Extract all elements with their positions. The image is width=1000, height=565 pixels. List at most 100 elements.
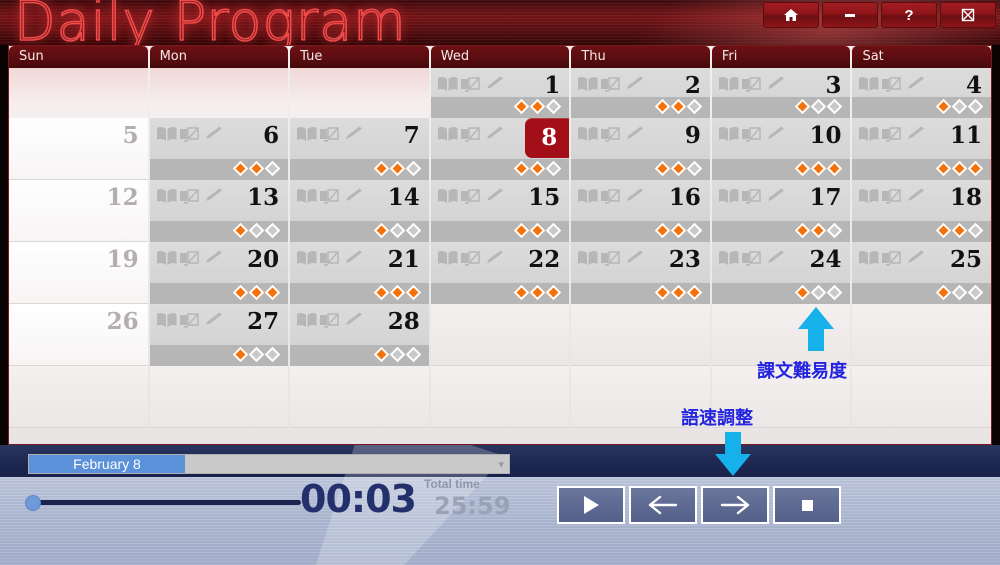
difficulty-diamond: [514, 98, 531, 116]
difficulty-diamond: [795, 160, 812, 178]
minimize-button[interactable]: [822, 2, 878, 28]
calendar-day-27[interactable]: 27: [149, 304, 289, 366]
calendar-day-21[interactable]: 21: [290, 242, 429, 304]
day-difficulty[interactable]: [149, 159, 289, 180]
stop-button[interactable]: [773, 486, 841, 524]
pen-icon: [205, 312, 222, 325]
calendar-week: 12 13 14 15 16 17 18: [9, 180, 992, 242]
help-button[interactable]: ?: [881, 2, 937, 28]
calendar-day-15[interactable]: 15: [430, 180, 570, 242]
calendar-day-3[interactable]: 3: [711, 68, 851, 118]
chevron-down-icon: ▾: [498, 459, 504, 471]
difficulty-diamond: [967, 98, 985, 116]
day-difficulty[interactable]: [290, 221, 429, 242]
book-icon: [156, 250, 177, 265]
day-icons: [296, 126, 364, 149]
next-button[interactable]: [701, 486, 769, 524]
cell-icons: [297, 250, 363, 266]
calendar-day-10[interactable]: 10: [711, 118, 851, 180]
day-difficulty[interactable]: [852, 159, 992, 180]
calendar-day-8[interactable]: 8: [430, 118, 570, 180]
calendar-day-empty: [290, 68, 429, 118]
calendar-day-17[interactable]: 17: [711, 180, 851, 242]
day-difficulty[interactable]: [711, 221, 851, 242]
annotation-difficulty: 課文難易度: [757, 361, 847, 382]
day-difficulty[interactable]: [149, 345, 289, 366]
day-difficulty[interactable]: [430, 159, 570, 180]
book-icon: [859, 126, 879, 141]
day-difficulty[interactable]: [571, 97, 710, 118]
calendar-day-4[interactable]: 4: [852, 68, 992, 118]
close-button[interactable]: [940, 2, 996, 28]
help-icon: ?: [904, 6, 914, 24]
day-difficulty[interactable]: [149, 283, 289, 304]
seek-knob[interactable]: [25, 495, 41, 511]
cell-icons: [578, 188, 644, 204]
cell-icons: [437, 188, 503, 204]
arrow-left-icon: [648, 495, 678, 515]
home-button[interactable]: [763, 2, 819, 28]
day-difficulty[interactable]: [852, 221, 992, 242]
day-difficulty[interactable]: [571, 283, 710, 304]
screen-icon: [320, 251, 339, 266]
day-difficulty[interactable]: [711, 283, 851, 304]
difficulty-diamond: [405, 160, 423, 178]
calendar-day-7[interactable]: 7: [290, 118, 429, 180]
calendar-day-20[interactable]: 20: [149, 242, 289, 304]
day-difficulty[interactable]: [852, 97, 992, 118]
day-difficulty[interactable]: [571, 221, 710, 242]
difficulty-diamond: [514, 284, 531, 302]
day-difficulty[interactable]: [149, 221, 289, 242]
difficulty-diamond: [373, 346, 391, 364]
seek-slider[interactable]: [25, 491, 315, 515]
cell-icons: [718, 250, 784, 266]
calendar-day-16[interactable]: 16: [571, 180, 710, 242]
calendar-day-18[interactable]: 18: [852, 180, 992, 242]
day-difficulty[interactable]: [711, 159, 851, 180]
calendar-day-6[interactable]: 6: [149, 118, 289, 180]
calendar-day-22[interactable]: 22: [430, 242, 570, 304]
calendar-day-9[interactable]: 9: [571, 118, 710, 180]
day-difficulty[interactable]: [571, 159, 710, 180]
calendar-day-23[interactable]: 23: [571, 242, 710, 304]
difficulty-diamond: [405, 284, 423, 302]
day-number: 16: [668, 184, 701, 211]
day-difficulty[interactable]: [290, 159, 429, 180]
calendar-day-1[interactable]: 1: [430, 68, 570, 118]
play-button[interactable]: [557, 486, 625, 524]
difficulty-diamond: [546, 284, 563, 302]
day-icons: [156, 126, 224, 149]
day-difficulty[interactable]: [430, 97, 570, 118]
transport-controls: [557, 486, 841, 524]
day-difficulty[interactable]: [430, 283, 570, 304]
calendar-day-26: 26: [9, 304, 148, 366]
previous-button[interactable]: [629, 486, 697, 524]
calendar-day-13[interactable]: 13: [149, 180, 289, 242]
difficulty-diamond: [654, 284, 672, 302]
calendar-day-2[interactable]: 2: [571, 68, 710, 118]
difficulty-diamond: [795, 284, 812, 302]
calendar-day-11[interactable]: 11: [852, 118, 992, 180]
day-number: 27: [247, 308, 280, 335]
day-difficulty[interactable]: [290, 345, 429, 366]
day-difficulty[interactable]: [290, 283, 429, 304]
difficulty-diamond: [951, 222, 969, 240]
calendar-day-25[interactable]: 25: [852, 242, 992, 304]
calendar-day-24[interactable]: 24: [711, 242, 851, 304]
day-difficulty[interactable]: [852, 283, 992, 304]
calendar-day-empty: [9, 68, 148, 118]
screen-icon: [882, 127, 902, 142]
calendar-day-28[interactable]: 28: [290, 304, 429, 366]
difficulty-diamond: [686, 98, 704, 116]
calendar-day-14[interactable]: 14: [290, 180, 429, 242]
day-difficulty[interactable]: [711, 97, 851, 118]
pen-icon: [627, 188, 644, 201]
day-number: 22: [528, 246, 561, 273]
pen-icon: [908, 126, 925, 139]
day-difficulty[interactable]: [430, 221, 570, 242]
screen-icon: [741, 77, 761, 92]
pen-icon: [767, 188, 784, 201]
day-icons: [437, 188, 505, 211]
date-select[interactable]: February 8 ▾: [28, 454, 510, 474]
day-icons: [156, 312, 224, 335]
